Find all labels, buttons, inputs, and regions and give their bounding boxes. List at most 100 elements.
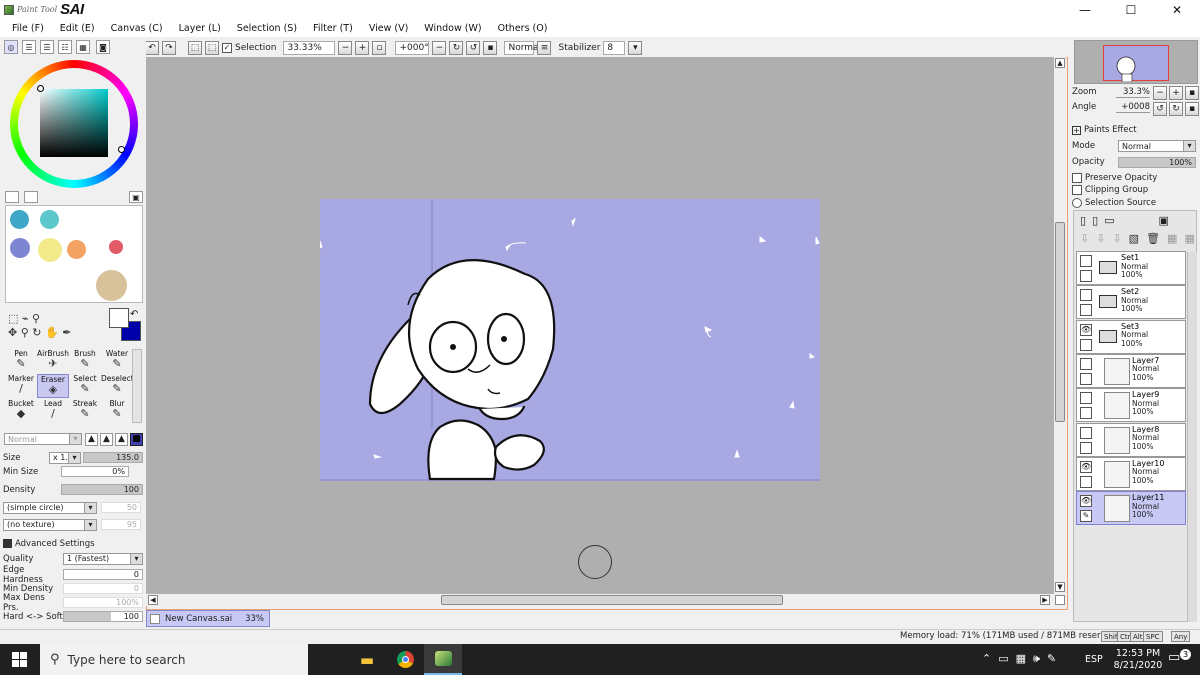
- taskbar-search-box[interactable]: ⚲ Type here to search: [40, 644, 308, 675]
- move-icon[interactable]: ✥: [8, 326, 17, 339]
- language-indicator[interactable]: ESP: [1085, 654, 1103, 665]
- layer-visibility-toggle[interactable]: [1080, 426, 1092, 439]
- file-explorer-button[interactable]: ▬: [348, 644, 386, 675]
- tool-grid-scrollbar[interactable]: [132, 349, 142, 423]
- network-icon[interactable]: ▦: [1016, 652, 1026, 666]
- nav-zoom-in-button[interactable]: +: [1169, 86, 1183, 100]
- layer-item-layer9[interactable]: Layer9 Normal 100%: [1076, 388, 1186, 423]
- rotate-left-button[interactable]: −: [432, 41, 447, 55]
- maximize-button[interactable]: ☐: [1108, 0, 1154, 19]
- menu-view[interactable]: View (V): [361, 23, 416, 34]
- rotate-right-button[interactable]: ↻: [449, 41, 464, 55]
- hsv-slider-mode-button[interactable]: ☰: [40, 40, 54, 54]
- rotate-reset-button[interactable]: ↺: [466, 41, 481, 55]
- sai-taskbar-button[interactable]: [424, 644, 462, 675]
- layer-visibility-toggle[interactable]: [1080, 392, 1092, 405]
- nav-zoom-out-button[interactable]: −: [1153, 86, 1167, 100]
- min-density-slider[interactable]: 0: [63, 583, 143, 594]
- navigator-angle-value[interactable]: +0008: [1116, 102, 1150, 113]
- size-slider[interactable]: 135.0: [83, 452, 143, 463]
- selection-checkbox[interactable]: ✓: [222, 43, 232, 53]
- hand-icon[interactable]: ✋: [45, 326, 59, 339]
- density-slider[interactable]: 100: [61, 484, 143, 495]
- nav-rotate-left-button[interactable]: ↺: [1153, 102, 1167, 116]
- texture-slider[interactable]: 95: [101, 519, 141, 530]
- swatch-2[interactable]: [10, 238, 30, 258]
- vertical-scroll-thumb[interactable]: [1055, 222, 1065, 422]
- swatch-settings-button[interactable]: ▣: [129, 191, 143, 203]
- document-tab[interactable]: New Canvas.sai 33%: [146, 610, 270, 627]
- quality-select[interactable]: 1 (Fastest): [63, 552, 143, 565]
- minimize-button[interactable]: —: [1062, 0, 1108, 19]
- brush-shape-1-icon[interactable]: ▲: [85, 433, 98, 446]
- brush-mode-select[interactable]: Normal: [4, 433, 82, 445]
- layer-opacity-slider[interactable]: 100%: [1118, 156, 1196, 168]
- swatch-0[interactable]: [10, 210, 29, 229]
- tool-streak[interactable]: Streak ✎: [69, 399, 101, 423]
- scroll-right-button[interactable]: ▶: [1040, 595, 1050, 605]
- saturation-value-square[interactable]: [40, 89, 108, 157]
- clear-layer-icon[interactable]: ▧: [1129, 232, 1139, 245]
- merge-down-icon[interactable]: ⇩: [1096, 232, 1105, 245]
- mixer-mode-button[interactable]: ☷: [58, 40, 72, 54]
- magic-wand-icon[interactable]: ⚲: [32, 312, 40, 325]
- close-button[interactable]: ✕: [1154, 0, 1200, 19]
- menu-others[interactable]: Others (O): [490, 23, 556, 34]
- size-multiplier[interactable]: x 1.0: [49, 451, 81, 464]
- layer-visibility-toggle[interactable]: 👁: [1080, 323, 1092, 336]
- menu-window[interactable]: Window (W): [416, 23, 489, 34]
- lasso-icon[interactable]: ⌁: [22, 312, 29, 325]
- navigator-zoom-value[interactable]: 33.3%: [1116, 87, 1150, 98]
- rgb-slider-mode-button[interactable]: ☰: [22, 40, 36, 54]
- menu-selection[interactable]: Selection (S): [229, 23, 305, 34]
- zoom-in-button[interactable]: +: [355, 41, 370, 55]
- layer-visibility-toggle[interactable]: 👁: [1080, 495, 1092, 508]
- eyedropper-icon[interactable]: ✒: [62, 326, 71, 339]
- layer-item-set1[interactable]: Set1 Normal 100%: [1076, 251, 1186, 285]
- advanced-settings-toggle[interactable]: Advanced Settings: [15, 539, 95, 549]
- delete-layer-icon[interactable]: 🗑: [1146, 232, 1160, 245]
- hard-soft-slider[interactable]: 100: [63, 611, 143, 622]
- transfer-down-icon[interactable]: ⇩: [1080, 232, 1089, 245]
- tool-bucket[interactable]: Bucket ◆: [5, 399, 37, 423]
- battery-icon[interactable]: ▭: [998, 652, 1008, 666]
- swatch-3[interactable]: [38, 238, 62, 262]
- blend-mode-field[interactable]: Normal: [504, 41, 541, 55]
- max-dens-slider[interactable]: 100%: [63, 597, 143, 608]
- layer-item-layer11[interactable]: 👁 ✎ Layer11 Normal 100%: [1076, 491, 1186, 526]
- layer-lock-toggle[interactable]: [1080, 441, 1092, 454]
- layer-option-1-icon[interactable]: ▦: [1167, 232, 1177, 245]
- swatch-1[interactable]: [40, 210, 59, 229]
- nav-rotate-right-button[interactable]: ↻: [1169, 102, 1183, 116]
- stabilizer-field[interactable]: 8: [603, 41, 626, 55]
- chevron-up-icon[interactable]: ⌃: [982, 652, 991, 666]
- tool-eraser[interactable]: Eraser ◈: [37, 374, 69, 398]
- horizontal-scroll-thumb[interactable]: [441, 595, 783, 605]
- pen-icon[interactable]: ✎: [1047, 652, 1056, 666]
- layer-lock-toggle[interactable]: [1080, 407, 1092, 420]
- layer-item-layer10[interactable]: 👁 Layer10 Normal 100%: [1076, 456, 1186, 491]
- tool-select[interactable]: Select ✎: [69, 374, 101, 398]
- layer-lock-toggle[interactable]: [1080, 304, 1092, 317]
- undo-button[interactable]: ↶: [145, 41, 159, 55]
- layer-item-layer8[interactable]: Layer8 Normal 100%: [1076, 422, 1186, 457]
- tool-lead[interactable]: Lead /: [37, 399, 69, 423]
- swap-colors-icon[interactable]: ↶: [130, 309, 138, 320]
- menu-filter[interactable]: Filter (T): [305, 23, 361, 34]
- tool-airbrush[interactable]: AirBrush ✈: [37, 349, 69, 373]
- nav-rotate-reset-button[interactable]: ▪: [1185, 102, 1199, 116]
- layer-visibility-toggle[interactable]: 👁: [1080, 460, 1092, 473]
- texture-select[interactable]: (no texture): [3, 518, 97, 531]
- start-button[interactable]: [0, 644, 38, 675]
- zoom-icon[interactable]: ⚲: [21, 326, 29, 339]
- layer-item-set2[interactable]: Set2 Normal 100%: [1076, 285, 1186, 320]
- layer-lock-toggle[interactable]: [1080, 475, 1092, 488]
- scroll-left-button[interactable]: ◀: [148, 595, 158, 605]
- merge-selected-icon[interactable]: ⇩: [1112, 232, 1121, 245]
- taskbar-clock[interactable]: 12:53 PM 8/21/2020: [1110, 648, 1166, 672]
- menu-canvas[interactable]: Canvas (C): [103, 23, 171, 34]
- min-size-slider[interactable]: 0%: [61, 466, 129, 477]
- layer-item-set3[interactable]: 👁 Set3 Normal 100%: [1076, 319, 1186, 354]
- stabilizer-dropdown[interactable]: ▾: [628, 41, 643, 55]
- tool-brush[interactable]: Brush ✎: [69, 349, 101, 373]
